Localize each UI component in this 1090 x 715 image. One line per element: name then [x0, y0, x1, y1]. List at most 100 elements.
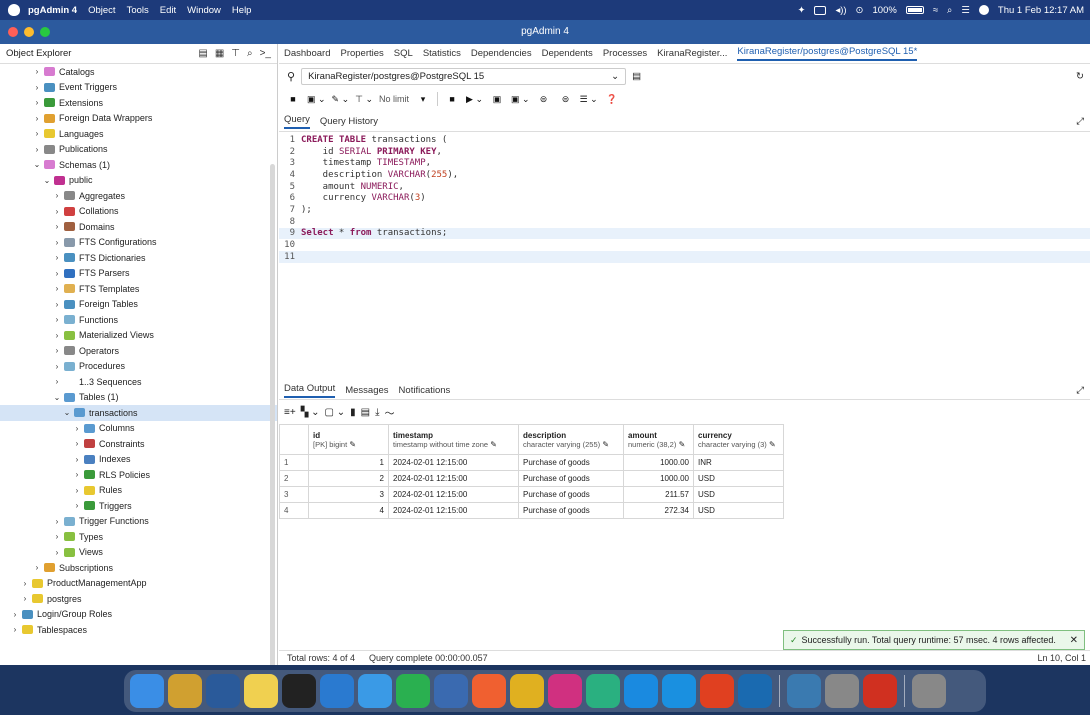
tree-item[interactable]: › Rules [0, 483, 277, 499]
chevron-right-icon[interactable]: › [32, 98, 42, 107]
tree-item[interactable]: ⌄ public [0, 173, 277, 189]
editor-line[interactable]: 1 CREATE TABLE transactions ( [279, 134, 1090, 146]
tree-item[interactable]: › Event Triggers [0, 80, 277, 96]
chevron-right-icon[interactable]: › [32, 83, 42, 92]
table-row[interactable]: 3 3 2024-02-01 12:15:00 Purchase of goods 21… [279, 486, 784, 503]
chevron-right-icon[interactable]: › [52, 269, 62, 278]
tab-properties[interactable]: Properties [340, 48, 383, 59]
psql-tool-icon[interactable]: >_ [260, 48, 271, 59]
menu-window[interactable]: Window [187, 5, 221, 16]
editor-line[interactable]: 10 [279, 239, 1090, 251]
add-row-icon[interactable]: ≡+ [284, 407, 296, 418]
editor-line[interactable]: 8 [279, 216, 1090, 228]
chevron-right-icon[interactable]: › [52, 191, 62, 200]
chevron-right-icon[interactable]: › [20, 579, 30, 588]
tree-item[interactable]: › Constraints [0, 436, 277, 452]
chevron-right-icon[interactable]: › [10, 625, 20, 634]
apple-icon[interactable] [8, 4, 20, 16]
tree-item[interactable]: › Catalogs [0, 64, 277, 80]
menu-help[interactable]: Help [232, 5, 252, 16]
tab-kiranaregister[interactable]: KiranaRegister... [657, 48, 727, 59]
column-header[interactable]: description character varying (255) ✎ [518, 424, 624, 455]
save-file-icon[interactable]: ▣ ⌄ [307, 91, 326, 107]
table-cell[interactable]: Purchase of goods [518, 470, 624, 487]
tab-statistics[interactable]: Statistics [423, 48, 461, 59]
tree-item[interactable]: ⌄ Schemas (1) [0, 157, 277, 173]
table-cell[interactable]: 2024-02-01 12:15:00 [388, 502, 519, 519]
chevron-right-icon[interactable]: › [72, 424, 82, 433]
volume-icon[interactable]: ◂)) [835, 5, 846, 16]
table-cell[interactable]: INR [693, 454, 784, 471]
chevron-down-icon[interactable]: ⌄ [62, 408, 72, 417]
preview-icon[interactable] [787, 674, 821, 708]
tree-item[interactable]: › FTS Parsers [0, 266, 277, 282]
table-cell[interactable]: 4 [308, 502, 389, 519]
tree-item[interactable]: › 1..3 Sequences [0, 374, 277, 390]
tree-item[interactable]: › Procedures [0, 359, 277, 375]
tree-item[interactable]: › Aggregates [0, 188, 277, 204]
tree-item[interactable]: › Types [0, 529, 277, 545]
table-cell[interactable]: USD [693, 470, 784, 487]
editor-line[interactable]: 2 id SERIAL PRIMARY KEY, [279, 146, 1090, 158]
execute-icon[interactable]: ▶ ⌄ [466, 91, 483, 107]
wifi-icon[interactable]: ≈ [933, 5, 938, 16]
tree-item[interactable]: › postgres [0, 591, 277, 607]
chevron-right-icon[interactable]: › [52, 222, 62, 231]
chevron-right-icon[interactable]: › [10, 610, 20, 619]
tree-item[interactable]: › Domains [0, 219, 277, 235]
chevron-right-icon[interactable]: › [72, 470, 82, 479]
table-row[interactable]: 4 4 2024-02-01 12:15:00 Purchase of goods 27… [279, 502, 784, 519]
chevron-right-icon[interactable]: › [72, 439, 82, 448]
finder-icon[interactable] [130, 674, 164, 708]
chevron-right-icon[interactable]: › [52, 517, 62, 526]
chevron-right-icon[interactable]: › [20, 594, 30, 603]
tab-kiranaregister-postgres-postgresql-15[interactable]: KiranaRegister/postgres@PostgreSQL 15* [737, 46, 918, 61]
explain-analyze-icon[interactable]: ▣ ⌄ [511, 91, 530, 107]
screen-icon[interactable] [814, 5, 827, 15]
tree-item[interactable]: › Tablespaces [0, 622, 277, 638]
tree-item[interactable]: › Foreign Tables [0, 297, 277, 313]
expand-icon[interactable]: ⤢ [1076, 116, 1084, 127]
table-cell[interactable]: Purchase of goods [518, 486, 624, 503]
table-cell[interactable]: 3 [308, 486, 389, 503]
table-cell[interactable]: 2024-02-01 12:15:00 [388, 486, 519, 503]
download-icon[interactable]: ⤓ [375, 407, 379, 418]
tab-processes[interactable]: Processes [603, 48, 647, 59]
tree-item[interactable]: › Languages [0, 126, 277, 142]
help-icon[interactable]: ❓ [604, 91, 620, 107]
column-header[interactable]: amount numeric (38,2) ✎ [623, 424, 694, 455]
brave-icon[interactable] [700, 674, 734, 708]
chevron-right-icon[interactable]: › [52, 207, 62, 216]
limit-chevron-icon[interactable]: ▾ [415, 91, 431, 107]
chevron-right-icon[interactable]: › [32, 129, 42, 138]
copy-icon[interactable]: ▚ ⌄ [301, 407, 320, 418]
edit-column-icon[interactable]: ✎ [600, 440, 609, 449]
battery-icon[interactable] [905, 6, 924, 14]
column-header[interactable]: id [PK] bigint ✎ [308, 424, 389, 455]
chevron-right-icon[interactable]: › [32, 145, 42, 154]
chevron-down-icon[interactable]: ⌄ [32, 160, 42, 169]
notes-icon[interactable] [244, 674, 278, 708]
tab-dashboard[interactable]: Dashboard [284, 48, 330, 59]
clock-icon[interactable]: ⊙ [856, 5, 864, 16]
editor-line[interactable]: 3 timestamp TIMESTAMP, [279, 157, 1090, 169]
tab-dependencies[interactable]: Dependencies [471, 48, 532, 59]
chevron-right-icon[interactable]: › [72, 486, 82, 495]
siri-icon[interactable] [978, 5, 989, 15]
paste-icon[interactable]: ▢ ⌄ [325, 407, 346, 418]
terminal-icon[interactable] [282, 674, 316, 708]
datagrip-icon[interactable] [586, 674, 620, 708]
filter-rows-icon[interactable]: ⊤ ⌄ [355, 91, 373, 107]
explain-icon[interactable]: ▣ [489, 91, 505, 107]
chevron-right-icon[interactable]: › [52, 253, 62, 262]
open-file-icon[interactable]: ■ [285, 91, 301, 107]
chevron-right-icon[interactable]: › [32, 563, 42, 572]
table-cell[interactable]: 2 [308, 470, 389, 487]
tab-messages[interactable]: Messages [345, 385, 388, 396]
edit-column-icon[interactable]: ✎ [676, 440, 686, 449]
tree-item[interactable]: › FTS Templates [0, 281, 277, 297]
zoom-window-button[interactable] [40, 27, 50, 37]
redisinsight-icon[interactable] [863, 674, 897, 708]
refresh-icon[interactable]: ↻ [1076, 71, 1084, 82]
chevron-right-icon[interactable]: › [32, 67, 42, 76]
